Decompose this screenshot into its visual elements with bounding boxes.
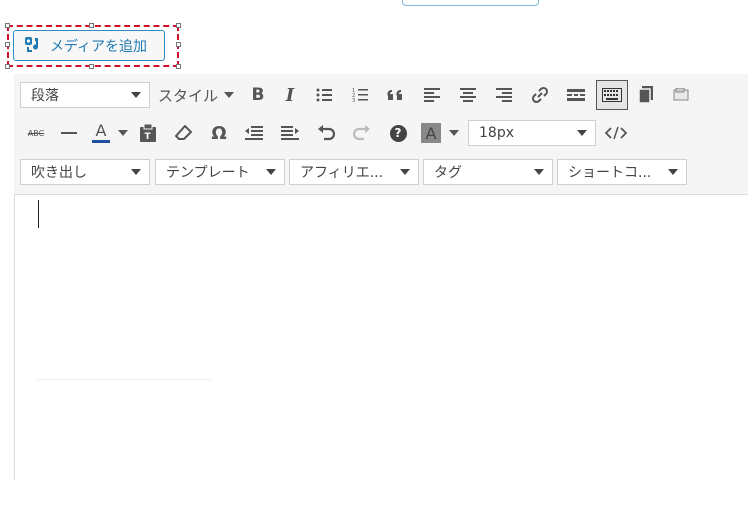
template-select[interactable]: テンプレート	[155, 159, 285, 185]
add-media-label: メディアを追加	[50, 38, 148, 55]
svg-text:T: T	[145, 132, 152, 142]
indent-icon[interactable]	[272, 118, 308, 148]
toolbar-row-1: 段落 スタイル B I 123	[20, 79, 700, 111]
text-cursor	[38, 200, 39, 228]
italic-icon[interactable]: I	[274, 80, 306, 110]
chevron-down-icon	[266, 169, 276, 175]
resize-handle[interactable]	[5, 42, 10, 47]
redo-icon[interactable]	[344, 118, 380, 148]
resize-handle[interactable]	[5, 23, 10, 28]
bold-icon[interactable]: B	[242, 80, 274, 110]
chevron-down-icon	[131, 92, 141, 98]
paste-icon[interactable]	[664, 80, 700, 110]
chevron-down-icon	[534, 169, 544, 175]
divider	[36, 379, 211, 380]
copy-icon[interactable]	[628, 80, 664, 110]
strike-text: ABC	[27, 128, 45, 138]
toolbar-toggle-icon[interactable]	[596, 80, 629, 110]
font-size-value: 18px	[479, 125, 514, 141]
text-color-glyph: A	[95, 121, 107, 140]
bullet-list-icon[interactable]	[306, 80, 342, 110]
toolbar-row-3: 吹き出し テンプレート アフィリエ... タグ ショートコ...	[20, 156, 687, 188]
tag-select[interactable]: タグ	[423, 159, 553, 185]
tag-select-value: タグ	[434, 165, 462, 181]
paste-text-icon[interactable]: T	[130, 118, 166, 148]
chevron-down-icon	[224, 92, 235, 98]
style-menu-label: スタイル	[158, 86, 219, 105]
resize-handle[interactable]	[176, 42, 181, 47]
align-left-icon[interactable]	[414, 80, 450, 110]
outdent-icon[interactable]	[236, 118, 272, 148]
chevron-down-icon	[577, 130, 587, 136]
align-center-icon[interactable]	[450, 80, 486, 110]
affiliate-select-value: アフィリエ...	[300, 165, 384, 181]
background-color-dropdown[interactable]	[446, 118, 462, 148]
toolbar-row-2: ABC A T Ω ? A 18px	[20, 117, 636, 149]
chevron-down-icon	[400, 169, 410, 175]
align-right-icon[interactable]	[486, 80, 522, 110]
media-add-icon	[24, 35, 50, 57]
add-media-button[interactable]: メディアを追加	[13, 30, 165, 61]
svg-text:3: 3	[352, 98, 355, 103]
chevron-down-icon	[118, 130, 128, 136]
shortcode-select-value: ショートコ...	[568, 165, 652, 181]
affiliate-select[interactable]: アフィリエ...	[289, 159, 419, 185]
resize-handle[interactable]	[89, 64, 94, 69]
chevron-down-icon	[668, 169, 678, 175]
undo-icon[interactable]	[308, 118, 344, 148]
resize-handle[interactable]	[176, 64, 181, 69]
editor-toolbar: 段落 スタイル B I 123 ABC A T Ω ? A 18px 吹き出し …	[14, 74, 748, 195]
template-select-value: テンプレート	[166, 165, 250, 181]
text-color-bar	[92, 140, 110, 143]
numbered-list-icon[interactable]: 123	[342, 80, 378, 110]
resize-handle[interactable]	[89, 23, 94, 28]
chevron-down-icon	[131, 169, 141, 175]
read-more-icon[interactable]	[558, 80, 594, 110]
help-glyph: ?	[389, 124, 407, 142]
omega-glyph: Ω	[211, 122, 227, 144]
clear-format-icon[interactable]	[166, 118, 202, 148]
text-color-dropdown[interactable]	[116, 118, 130, 148]
resize-handle[interactable]	[176, 23, 181, 28]
shortcode-select[interactable]: ショートコ...	[557, 159, 687, 185]
special-char-icon[interactable]: Ω	[202, 118, 236, 148]
format-select-value: 段落	[31, 88, 59, 104]
resize-handle[interactable]	[5, 64, 10, 69]
link-icon[interactable]	[522, 80, 558, 110]
style-menu[interactable]: スタイル	[150, 80, 242, 110]
balloon-select[interactable]: 吹き出し	[20, 159, 150, 185]
chevron-down-icon	[449, 130, 459, 136]
code-icon[interactable]	[596, 118, 636, 148]
help-icon[interactable]: ?	[380, 118, 416, 148]
background-color-icon[interactable]: A	[416, 118, 446, 148]
horizontal-rule-icon[interactable]	[52, 118, 86, 148]
font-size-select[interactable]: 18px	[468, 120, 596, 146]
format-select[interactable]: 段落	[20, 82, 150, 108]
top-tab[interactable]	[402, 0, 539, 6]
background-color-glyph: A	[421, 123, 441, 143]
strikethrough-icon[interactable]: ABC	[20, 118, 52, 148]
balloon-select-value: 吹き出し	[31, 165, 87, 181]
blockquote-icon[interactable]	[378, 80, 414, 110]
text-color-icon[interactable]: A	[86, 118, 116, 148]
